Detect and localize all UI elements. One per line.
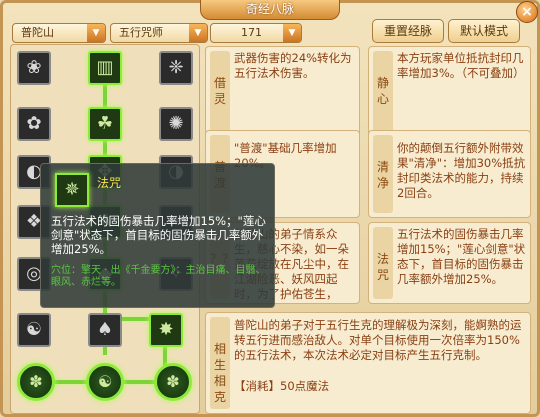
card-text: 普陀山的弟子对于五行生克的理解极为深刻，能婀熟的运转五行进而感治敌人。对单个目标… — [234, 318, 522, 362]
meridian-node[interactable]: ☯ — [17, 313, 51, 347]
tooltip-acupoint-note: 穴位：擎天 · 出《千金要方》：主治目痛、目翳、眼风、赤烂等。 — [51, 265, 266, 288]
chevron-down-icon: ▼ — [189, 24, 207, 42]
card-tag: 静心 — [373, 51, 393, 139]
meridian-core-node[interactable]: ✽ — [154, 363, 192, 401]
tooltip-title: 法咒 — [97, 176, 122, 190]
level-dropdown[interactable]: 171 ▼ — [210, 23, 302, 43]
meridian-node-selected[interactable]: ✸ — [149, 313, 183, 347]
card-text: 你的颠倒五行额外附带效果"清净"：增加30%抵抗封印类法术的能力，持续2回合。 — [397, 141, 526, 200]
swirl-icon: ✽ — [29, 372, 43, 391]
reset-meridian-button[interactable]: 重置经脉 — [372, 19, 444, 43]
default-mode-button[interactable]: 默认模式 — [448, 19, 520, 43]
role-dropdown[interactable]: 五行咒师 ▼ — [110, 23, 208, 43]
meridian-node[interactable]: ♠ — [88, 313, 122, 347]
window-title: 奇经八脉 — [200, 0, 340, 20]
meridian-node[interactable]: ✿ — [17, 107, 51, 141]
meridian-node[interactable]: ❀ — [17, 51, 51, 85]
card-text: 本方玩家单位抵抗封印几率增加3%。（不可叠加） — [397, 51, 525, 80]
chevron-down-icon: ▼ — [87, 24, 105, 42]
leaf-icon: ☘ — [96, 113, 114, 134]
tooltip-icon-glyph: ✵ — [64, 179, 80, 200]
meridian-node[interactable]: ✺ — [159, 107, 193, 141]
meridian-node[interactable]: ▥ — [88, 51, 122, 85]
meridian-node[interactable]: ❈ — [159, 51, 193, 85]
skill-tooltip: ✵ 法咒 五行法术的固伤暴击几率增加15%；"莲心剑意"状态下，首目标的固伤暴击… — [40, 163, 275, 308]
swirl-icon: ✽ — [166, 372, 180, 391]
chevron-down-icon: ▼ — [283, 24, 301, 42]
bamboo-icon: ▥ — [96, 57, 114, 78]
pentagram-icon: ✸ — [158, 319, 174, 340]
card-text: 武器伤害的24%转化为五行法术伤害。 — [234, 51, 352, 80]
spade-icon: ♠ — [96, 319, 114, 340]
school-dropdown[interactable]: 普陀山 ▼ — [12, 23, 106, 43]
meridian-card[interactable]: 法咒 五行法术的固伤暴击几率增加15%；"莲心剑意"状态下，首目标的固伤暴击几率… — [368, 222, 531, 304]
card-tag: 相生相克 — [210, 317, 230, 409]
meridian-node[interactable]: ☘ — [88, 107, 122, 141]
role-dropdown-value: 五行咒师 — [119, 26, 163, 39]
meridian-core-node[interactable]: ✽ — [17, 363, 55, 401]
card-tag: 法咒 — [373, 227, 393, 299]
level-dropdown-value: 171 — [241, 26, 262, 39]
card-tag: 清净 — [373, 135, 393, 213]
meridian-card-selected[interactable]: 相生相克 普陀山的弟子对于五行生克的理解极为深刻，能婀熟的运转五行进而感治敌人。… — [205, 312, 531, 414]
card-cost: 【消耗】50点魔法 — [234, 379, 330, 393]
flower-icon: ❈ — [168, 57, 184, 78]
meridian-core-node[interactable]: ☯ — [86, 363, 124, 401]
card-text: 五行法术的固伤暴击几率增加15%；"莲心剑意"状态下，首目标的固伤暴击几率额外增… — [397, 227, 526, 286]
pentagram-icon: ✵ — [55, 173, 89, 207]
card-tag: 借灵 — [210, 51, 230, 139]
yin-yang-icon: ☯ — [97, 372, 113, 391]
petal-icon: ✿ — [26, 113, 42, 134]
close-button[interactable]: × — [516, 1, 538, 23]
sun-icon: ✺ — [168, 113, 184, 134]
tooltip-description: 五行法术的固伤暴击几率增加15%；"莲心剑意"状态下，首目标的固伤暴击几率额外增… — [51, 214, 266, 256]
yin-yang-icon: ☯ — [25, 319, 43, 340]
lotus-icon: ❀ — [26, 57, 42, 78]
meridian-card[interactable]: 清净 你的颠倒五行额外附带效果"清净"：增加30%抵抗封印类法术的能力，持续2回… — [368, 130, 531, 218]
school-dropdown-value: 普陀山 — [21, 26, 54, 39]
